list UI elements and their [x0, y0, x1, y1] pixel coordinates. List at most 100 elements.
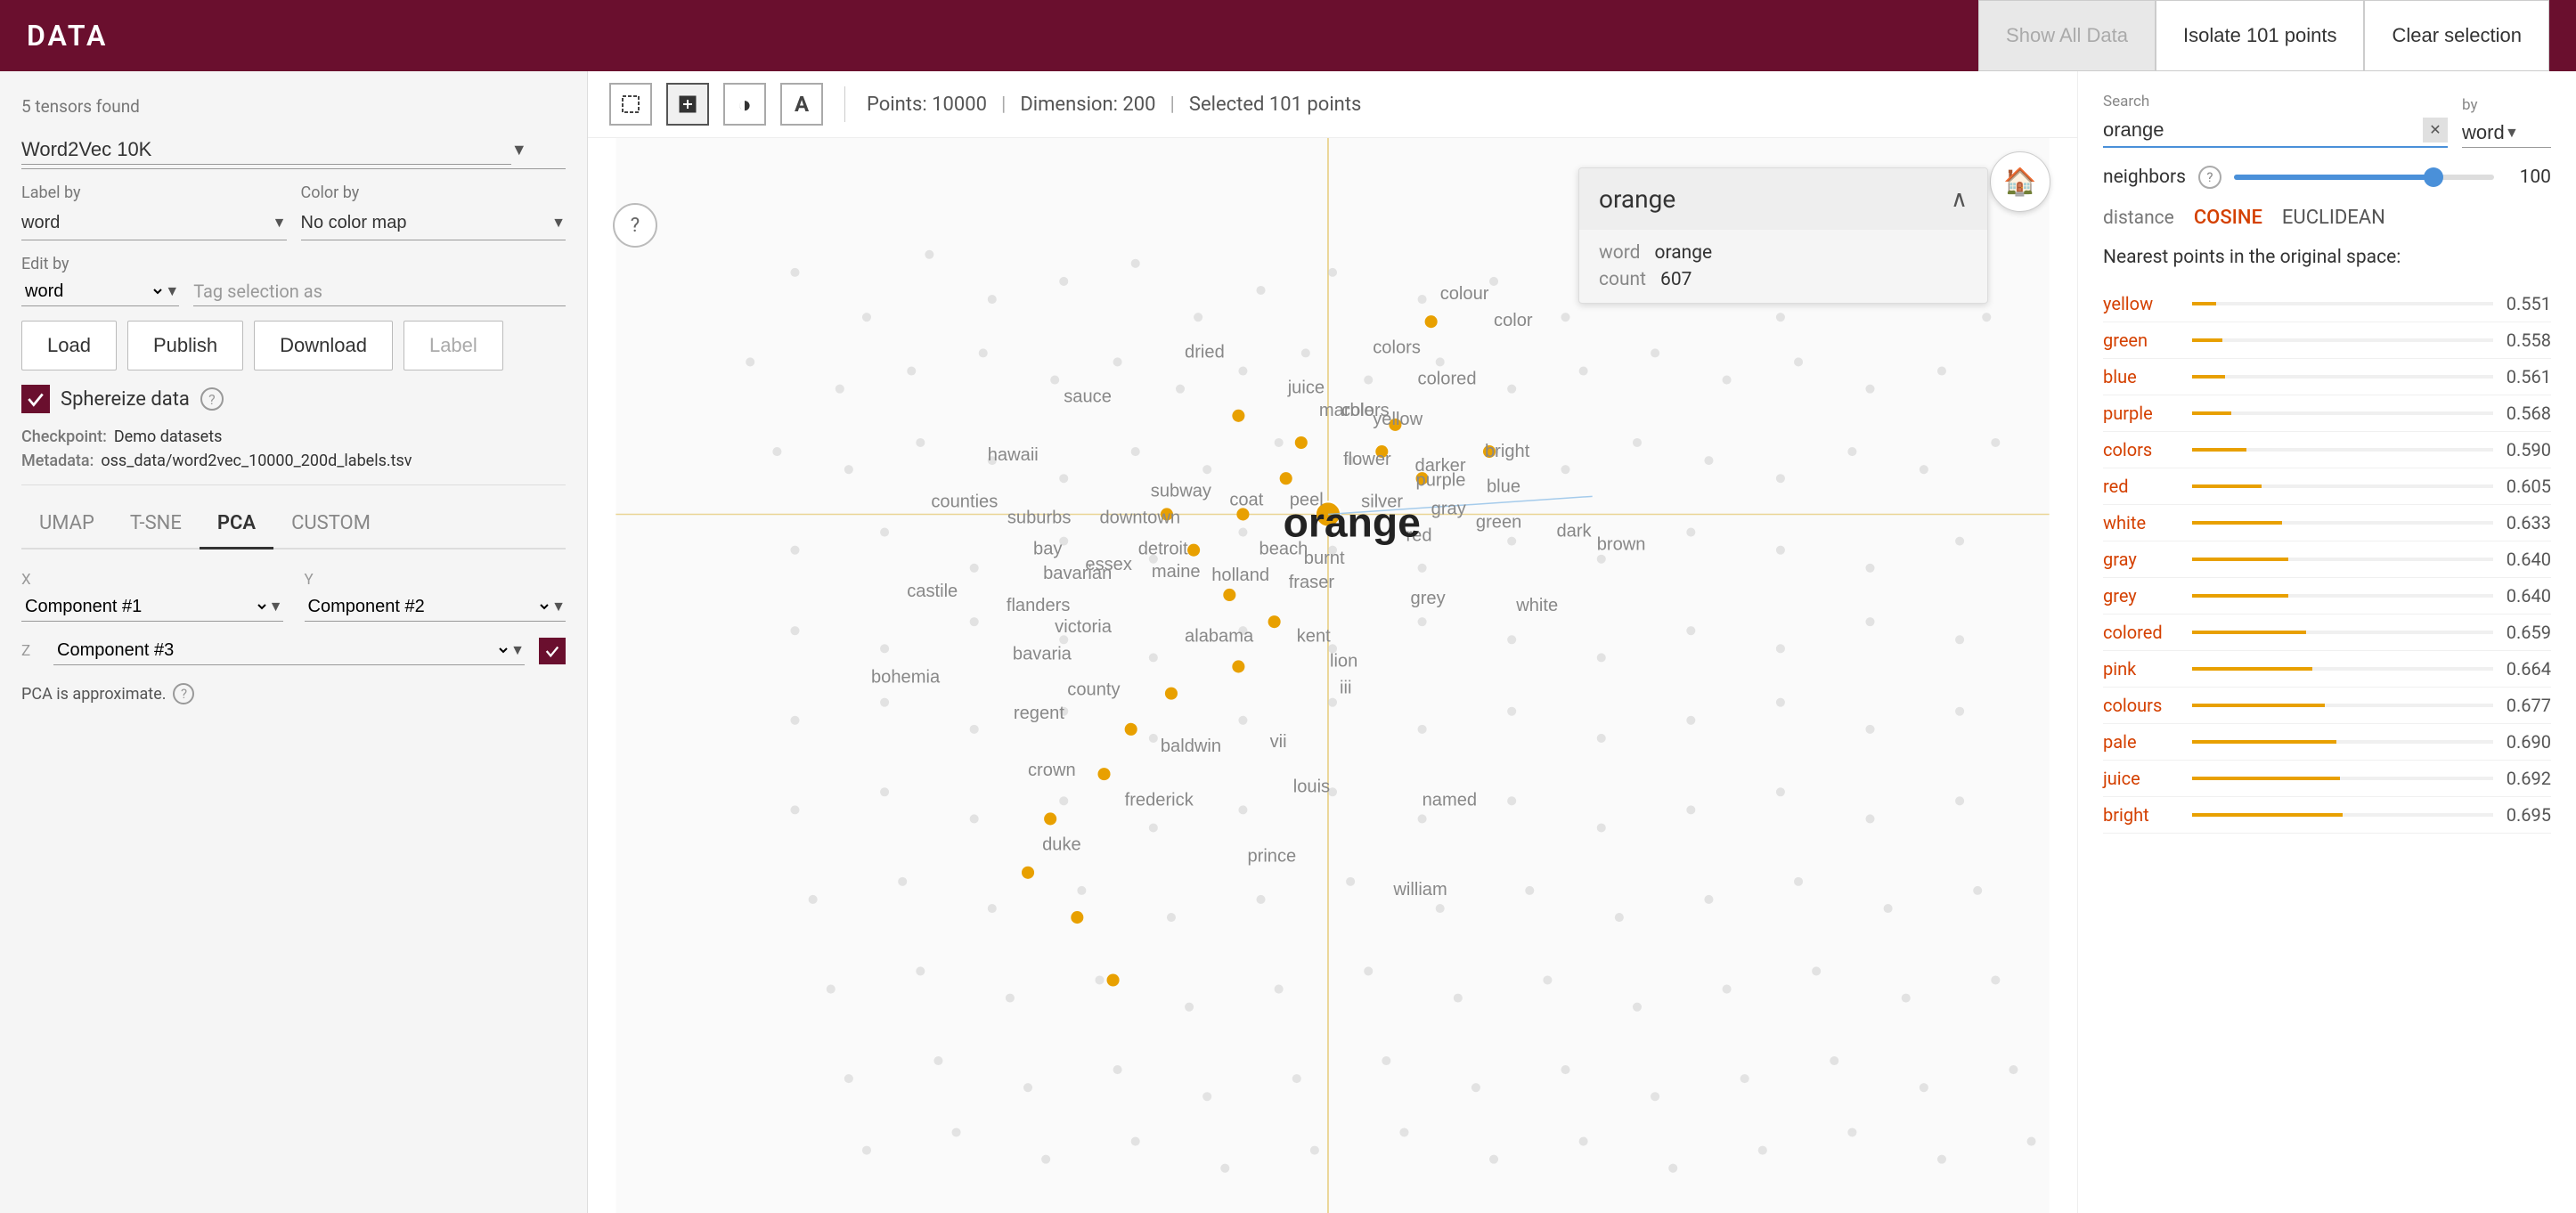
nearest-bar — [2192, 521, 2282, 525]
svg-text:subway: subway — [1151, 481, 1212, 501]
svg-text:bavaria: bavaria — [1013, 644, 1072, 663]
popup-close-icon[interactable]: ∧ — [1951, 186, 1968, 213]
distance-label: distance — [2103, 208, 2174, 229]
distance-cosine[interactable]: COSINE — [2194, 207, 2262, 229]
neighbors-help-icon[interactable]: ? — [2198, 166, 2221, 189]
clear-selection-button[interactable]: Clear selection — [2364, 0, 2549, 71]
svg-text:duke: duke — [1042, 835, 1081, 855]
nearest-bar — [2192, 448, 2246, 452]
popup-val-word: orange — [1655, 242, 1713, 264]
show-all-button[interactable]: Show All Data — [1978, 0, 2156, 71]
nearest-bar — [2192, 704, 2325, 707]
label-by-wrapper[interactable]: word ▼ — [21, 206, 287, 240]
download-button[interactable]: Download — [254, 321, 393, 370]
nearest-item: yellow0.551 — [2103, 286, 2551, 322]
search-clear-button[interactable]: ✕ — [2423, 118, 2448, 142]
nearest-item: pale0.690 — [2103, 724, 2551, 761]
nearest-bar-col — [2192, 411, 2493, 415]
pca-note: PCA is approximate. — [21, 685, 166, 704]
nearest-name[interactable]: yellow — [2103, 293, 2183, 314]
nearest-name[interactable]: green — [2103, 330, 2183, 351]
sphereize-help-icon[interactable]: ? — [200, 387, 224, 411]
nearest-bar-col — [2192, 777, 2493, 780]
by-label: by — [2462, 96, 2551, 114]
selected-stat: Selected 101 points — [1189, 94, 1362, 116]
isolate-button[interactable]: Isolate 101 points — [2156, 0, 2364, 71]
tag-label: Tag selection as — [193, 281, 322, 302]
load-button[interactable]: Load — [21, 321, 117, 370]
nearest-bar-col — [2192, 667, 2493, 671]
axis-x-select[interactable]: Component #1 — [21, 592, 269, 621]
tab-pca[interactable]: PCA — [200, 500, 273, 550]
svg-text:grey: grey — [1411, 589, 1447, 608]
nearest-item: gray0.640 — [2103, 541, 2551, 578]
help-button[interactable]: ? — [613, 203, 657, 248]
pca-help-icon[interactable]: ? — [173, 683, 194, 704]
nearest-bar — [2192, 375, 2225, 379]
nearest-name[interactable]: grey — [2103, 585, 2183, 606]
nearest-name[interactable]: colours — [2103, 695, 2183, 716]
nearest-name[interactable]: colored — [2103, 622, 2183, 643]
by-select[interactable]: word — [2462, 118, 2505, 147]
color-by-wrapper[interactable]: No color map ▼ — [301, 206, 567, 240]
distance-euclidean[interactable]: EUCLIDEAN — [2282, 207, 2385, 229]
svg-text:vii: vii — [1270, 732, 1287, 752]
tab-custom[interactable]: CUSTOM — [273, 500, 388, 550]
metadata-key: Metadata: — [21, 452, 94, 470]
axis-y-chevron-icon: ▼ — [551, 598, 566, 615]
nearest-name[interactable]: red — [2103, 476, 2183, 497]
nearest-name[interactable]: purple — [2103, 403, 2183, 424]
svg-text:white: white — [1515, 596, 1558, 615]
nearest-value: 0.633 — [2502, 512, 2551, 533]
tab-umap[interactable]: UMAP — [21, 500, 112, 550]
axis-y-select[interactable]: Component #2 — [305, 592, 552, 621]
nearest-name[interactable]: white — [2103, 512, 2183, 533]
nearest-value: 0.605 — [2502, 476, 2551, 497]
svg-text:burnt: burnt — [1304, 549, 1345, 568]
svg-text:gray: gray — [1431, 499, 1467, 518]
nearest-name[interactable]: colors — [2103, 439, 2183, 460]
labels-icon[interactable]: A — [780, 83, 823, 126]
edit-by-select[interactable]: word — [21, 277, 165, 305]
nearest-bar-col — [2192, 484, 2493, 488]
color-by-select[interactable]: No color map — [301, 209, 552, 236]
svg-text:victoria: victoria — [1055, 617, 1113, 637]
svg-text:iii: iii — [1340, 679, 1351, 698]
nearest-bar — [2192, 740, 2336, 744]
popup-key-count: count — [1599, 269, 1646, 290]
nearest-name[interactable]: pale — [2103, 731, 2183, 753]
tag-input[interactable] — [330, 281, 566, 302]
popup-val-count: 607 — [1660, 269, 1692, 290]
nearest-name[interactable]: blue — [2103, 366, 2183, 387]
publish-button[interactable]: Publish — [127, 321, 243, 370]
dataset-select[interactable]: Word2Vec 10K — [21, 134, 511, 165]
axis-z-select[interactable]: Component #3 — [53, 636, 510, 664]
nearest-bar-col — [2192, 558, 2493, 561]
home-button[interactable]: 🏠 — [1990, 151, 2050, 212]
selection-rect-icon[interactable] — [609, 83, 652, 126]
nearest-item: green0.558 — [2103, 322, 2551, 359]
label-button[interactable]: Label — [404, 321, 503, 370]
night-mode-icon[interactable]: ◑ — [723, 83, 766, 126]
nearest-name[interactable]: gray — [2103, 549, 2183, 570]
label-by-select[interactable]: word — [21, 209, 273, 236]
search-input[interactable] — [2103, 118, 2423, 142]
nearest-name[interactable]: pink — [2103, 658, 2183, 680]
nearest-item: juice0.692 — [2103, 761, 2551, 797]
svg-text:frederick: frederick — [1125, 790, 1194, 810]
sphereize-checkbox[interactable] — [21, 385, 50, 413]
dataset-select-wrapper[interactable]: Word2Vec 10K ▼ — [21, 131, 566, 169]
popup-key-word: word — [1599, 242, 1641, 264]
nearest-value: 0.561 — [2502, 366, 2551, 387]
nearest-bar — [2192, 813, 2343, 817]
stat-sep-1: | — [1001, 94, 1006, 116]
svg-text:maine: maine — [1152, 562, 1201, 582]
tab-tsne[interactable]: T-SNE — [112, 500, 200, 550]
axis-z-checkbox[interactable] — [539, 638, 566, 664]
svg-text:brown: brown — [1597, 535, 1646, 555]
neighbors-slider-thumb[interactable] — [2424, 167, 2443, 187]
nearest-name[interactable]: juice — [2103, 768, 2183, 789]
zoom-icon[interactable] — [666, 83, 709, 126]
svg-text:downtown: downtown — [1099, 509, 1180, 528]
nearest-name[interactable]: bright — [2103, 804, 2183, 826]
